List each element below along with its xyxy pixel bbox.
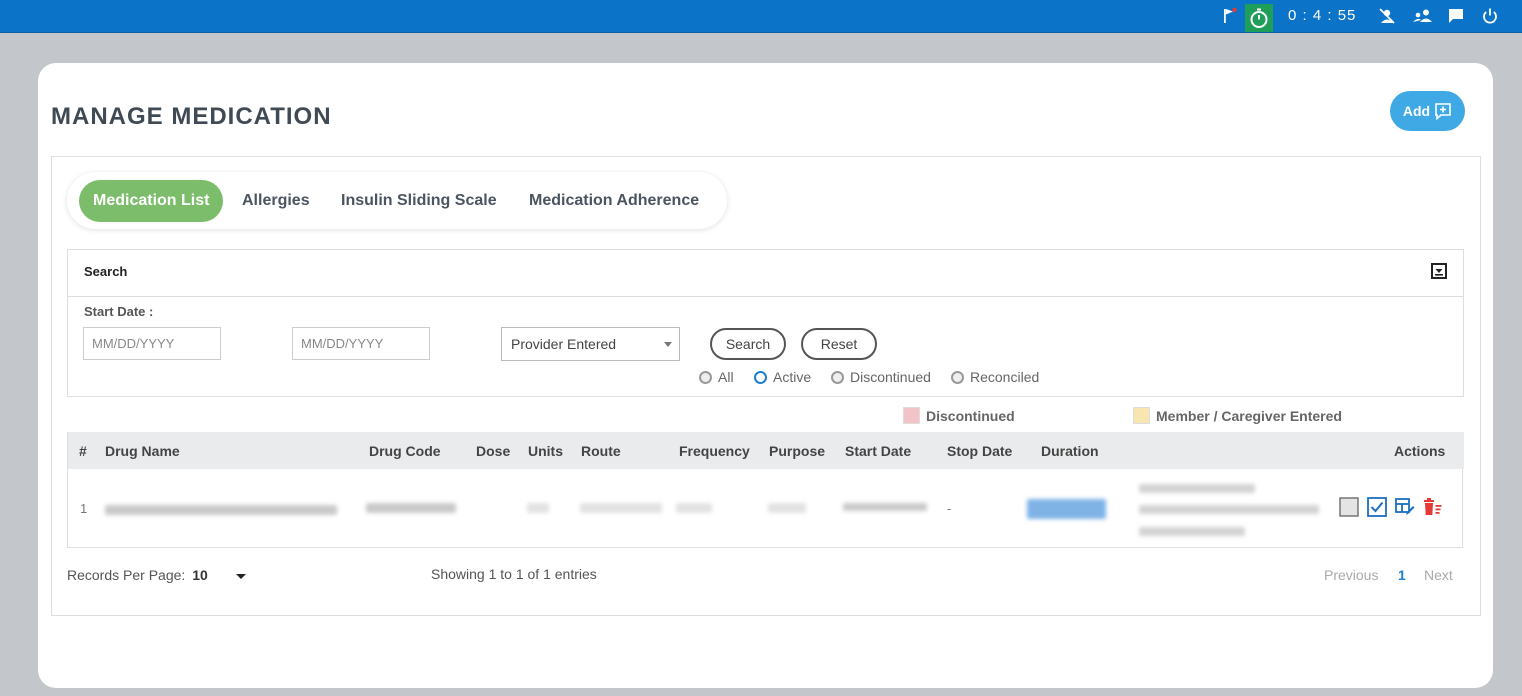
radio-all[interactable]: All	[699, 369, 734, 385]
legend-discontinued: Discontinued	[903, 407, 1015, 424]
tab-insulin-sliding-scale[interactable]: Insulin Sliding Scale	[327, 180, 511, 222]
row-stop-date: -	[947, 501, 952, 516]
records-per-page-value: 10	[192, 567, 208, 583]
pagination-page-1[interactable]: 1	[1398, 567, 1406, 583]
reset-button[interactable]: Reset	[801, 328, 877, 360]
add-button-label: Add	[1402, 103, 1431, 119]
collapse-icon[interactable]	[1431, 263, 1447, 279]
user-group-icon[interactable]	[1412, 7, 1434, 25]
col-route[interactable]: Route	[581, 443, 621, 459]
add-medication-button[interactable]: Add	[1390, 91, 1465, 131]
redacted-units	[527, 503, 549, 513]
redacted-purpose	[768, 503, 806, 513]
stopwatch-button[interactable]	[1245, 4, 1273, 32]
source-select-value: Provider Entered	[511, 336, 617, 352]
delete-icon[interactable]	[1423, 497, 1443, 517]
radio-discontinued[interactable]: Discontinued	[831, 369, 931, 385]
redacted-note-line	[1139, 505, 1319, 514]
search-title: Search	[84, 264, 128, 279]
radio-reconciled-label: Reconciled	[970, 369, 1040, 385]
top-bar: 0 : 4 : 55	[0, 0, 1522, 33]
radio-dot	[754, 370, 767, 384]
source-select[interactable]: Provider Entered	[501, 327, 680, 361]
user-off-icon[interactable]	[1378, 7, 1396, 25]
col-stop-date[interactable]: Stop Date	[947, 443, 1012, 459]
page-title: MANAGE MEDICATION	[51, 103, 332, 130]
pagination-next[interactable]: Next	[1424, 567, 1453, 583]
radio-reconciled[interactable]: Reconciled	[951, 369, 1039, 385]
records-per-page-label: Records Per Page:	[67, 567, 186, 583]
chevron-down-icon	[664, 342, 672, 347]
col-start-date[interactable]: Start Date	[845, 443, 911, 459]
radio-active-label: Active	[773, 369, 812, 385]
search-header[interactable]: Search	[68, 250, 1463, 297]
redacted-drug-name	[105, 505, 337, 515]
start-date-to-input[interactable]	[292, 327, 430, 360]
radio-active[interactable]: Active	[754, 369, 811, 385]
col-drug-name[interactable]: Drug Name	[105, 443, 180, 459]
reconcile-check-icon[interactable]	[1367, 497, 1387, 517]
tab-allergies[interactable]: Allergies	[228, 180, 324, 222]
radio-dot	[831, 370, 844, 384]
redacted-note-line	[1139, 527, 1245, 536]
legend-swatch	[903, 407, 920, 424]
start-date-from-input[interactable]	[83, 327, 221, 360]
flag-icon[interactable]	[1221, 7, 1239, 25]
search-button[interactable]: Search	[710, 328, 786, 360]
tab-bar: Medication List Allergies Insulin Slidin…	[67, 172, 727, 229]
col-drug-code[interactable]: Drug Code	[369, 443, 441, 459]
showing-entries: Showing 1 to 1 of 1 entries	[431, 566, 597, 582]
radio-dot	[699, 370, 712, 384]
tab-medication-list[interactable]: Medication List	[79, 180, 224, 222]
col-units[interactable]: Units	[528, 443, 563, 459]
power-icon[interactable]	[1481, 7, 1499, 25]
session-timer: 0 : 4 : 55	[1288, 7, 1357, 24]
pagination-previous[interactable]: Previous	[1324, 567, 1378, 583]
redacted-frequency	[676, 503, 712, 513]
redacted-route	[580, 503, 662, 513]
start-date-label: Start Date :	[84, 304, 154, 319]
redacted-duration	[1027, 499, 1106, 519]
legend-swatch	[1133, 407, 1150, 424]
col-dose[interactable]: Dose	[476, 443, 510, 459]
legend-label: Discontinued	[926, 407, 1015, 424]
redacted-start-date	[843, 503, 927, 511]
tab-medication-adherence[interactable]: Medication Adherence	[515, 180, 713, 222]
redacted-note-line	[1139, 484, 1255, 493]
chat-icon[interactable]	[1447, 7, 1465, 25]
col-duration[interactable]: Duration	[1041, 443, 1099, 459]
legend-member-entered: Member / Caregiver Entered	[1133, 407, 1342, 424]
col-index: #	[79, 443, 87, 459]
legend-label: Member / Caregiver Entered	[1156, 407, 1342, 424]
chevron-down-icon	[235, 573, 246, 579]
col-frequency[interactable]: Frequency	[679, 443, 750, 459]
search-panel: Search Start Date : Provider Entered Sea…	[67, 249, 1464, 397]
stopwatch-icon	[1250, 8, 1268, 28]
col-actions: Actions	[1394, 443, 1446, 459]
table-header: # Drug Name Drug Code Dose Units Route F…	[68, 432, 1464, 469]
edit-icon[interactable]	[1395, 497, 1415, 517]
radio-dot	[951, 370, 964, 384]
add-comment-icon	[1435, 103, 1451, 120]
checkbox-icon[interactable]	[1339, 497, 1359, 517]
records-per-page[interactable]: Records Per Page: 10	[67, 567, 246, 583]
col-purpose[interactable]: Purpose	[769, 443, 825, 459]
row-index: 1	[80, 501, 88, 516]
radio-all-label: All	[718, 369, 734, 385]
radio-discontinued-label: Discontinued	[850, 369, 931, 385]
redacted-drug-code	[366, 503, 456, 513]
